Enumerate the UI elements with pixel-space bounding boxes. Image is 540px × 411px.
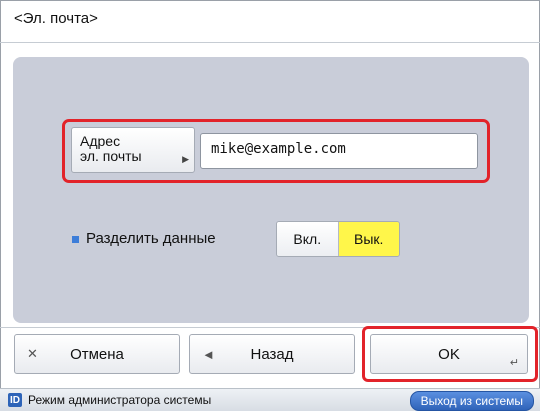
page-title: <Эл. почта> bbox=[14, 10, 98, 27]
email-address-field[interactable]: mike@example.com bbox=[200, 133, 478, 169]
split-data-label: Разделить данные bbox=[86, 230, 216, 247]
title-divider bbox=[0, 42, 540, 43]
email-address-label-button[interactable]: Адрес эл. почты ▶ bbox=[71, 127, 195, 173]
back-button-label: Назад bbox=[250, 345, 294, 363]
admin-mode-status: Режим администратора системы bbox=[28, 393, 212, 407]
enter-corner-icon: ↵ bbox=[509, 357, 519, 369]
id-badge-icon: ID bbox=[8, 393, 22, 407]
bullet-icon bbox=[72, 236, 79, 243]
email-address-label-line1: Адрес bbox=[80, 133, 121, 149]
back-button[interactable]: ◄ Назад bbox=[189, 334, 355, 374]
split-data-on-button[interactable]: Вкл. bbox=[277, 222, 339, 256]
settings-panel bbox=[13, 57, 529, 323]
status-bar: ID Режим администратора системы Выход из… bbox=[0, 388, 540, 411]
cancel-button-label: Отмена bbox=[70, 345, 124, 363]
corner-arrow-icon: ▶ bbox=[182, 154, 189, 164]
logout-button[interactable]: Выход из системы bbox=[409, 391, 534, 411]
email-address-label-line2: эл. почты bbox=[80, 148, 142, 164]
ok-button[interactable]: OK ↵ bbox=[370, 334, 528, 374]
split-data-toggle: Вкл. Вык. bbox=[276, 221, 400, 257]
split-data-off-button[interactable]: Вык. bbox=[338, 222, 399, 256]
cancel-button[interactable]: ✕ Отмена bbox=[14, 334, 180, 374]
ok-button-label: OK bbox=[438, 345, 460, 363]
